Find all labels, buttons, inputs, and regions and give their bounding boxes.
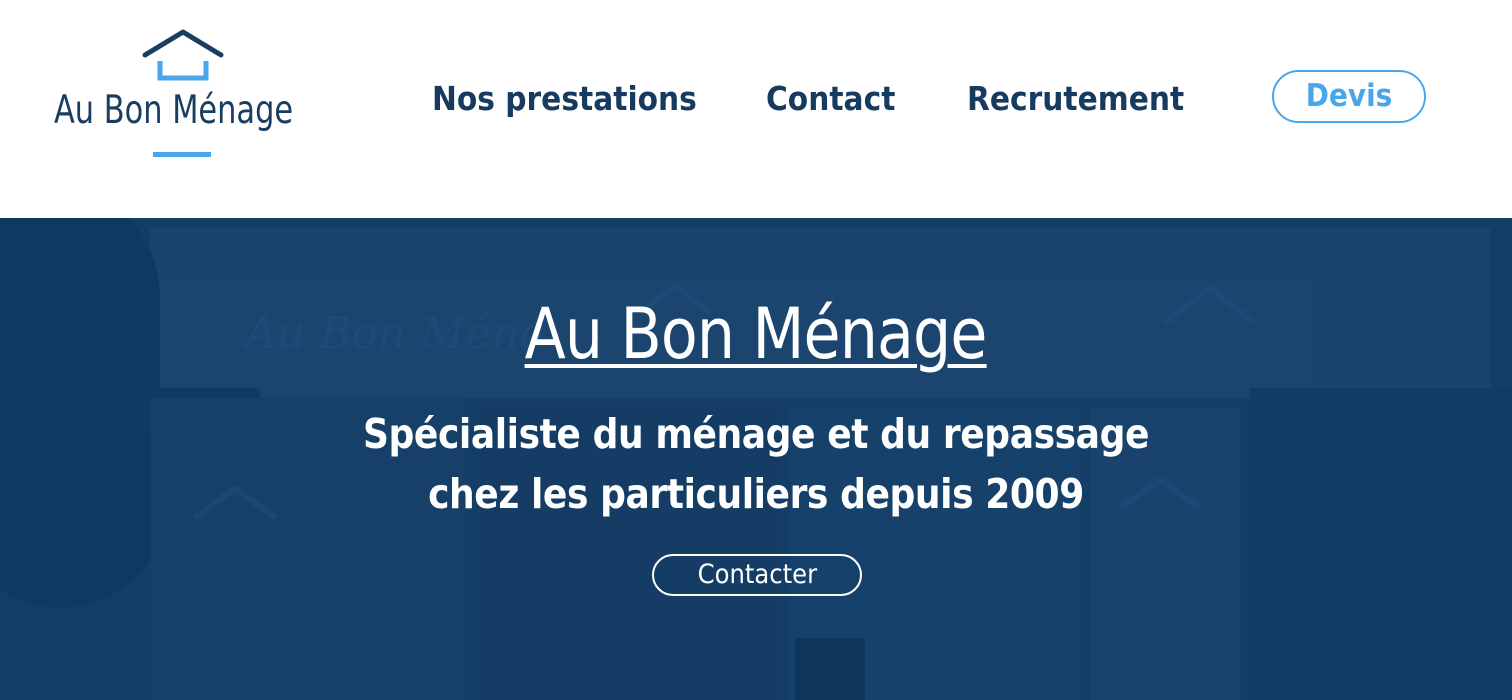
site-header: Au Bon Ménage Nos prestations Contact Re… <box>0 0 1512 218</box>
house-roof-icon <box>142 29 224 81</box>
hero-title: Au Bon Ménage <box>0 288 1512 380</box>
devis-button-label: Devis <box>1305 78 1393 114</box>
hero-subtitle-line-2: chez les particuliers depuis 2009 <box>428 470 1084 518</box>
logo[interactable]: Au Bon Ménage <box>50 28 315 163</box>
devis-button[interactable]: Devis <box>1272 70 1426 123</box>
logo-underline <box>153 152 211 157</box>
contacter-button-label: Contacter <box>697 559 817 590</box>
hero-title-text: Au Bon Ménage <box>524 293 988 375</box>
hero-subtitle: Spécialiste du ménage et du repassage ch… <box>0 404 1512 524</box>
nav-nos-prestations[interactable]: Nos prestations <box>432 74 697 124</box>
logo-text: Au Bon Ménage <box>54 88 294 133</box>
nav-recrutement[interactable]: Recrutement <box>967 74 1184 124</box>
hero-subtitle-line-1: Spécialiste du ménage et du repassage <box>362 410 1150 458</box>
nav-contact[interactable]: Contact <box>766 74 895 124</box>
contacter-button[interactable]: Contacter <box>652 554 862 596</box>
hero-section: Au Bon Ména Spécialiste du ménage Au Bon… <box>0 218 1512 700</box>
